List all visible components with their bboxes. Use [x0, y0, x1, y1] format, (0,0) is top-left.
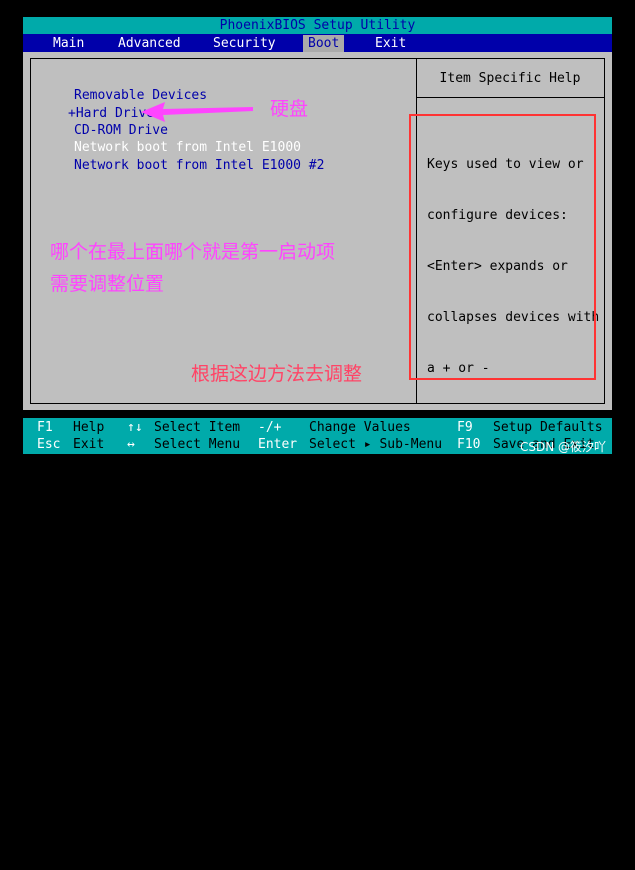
key-desc-help: Help: [73, 420, 105, 435]
boot-item-network-e1000-2[interactable]: Network boot from Intel E1000 #2: [74, 157, 324, 174]
key-desc-select-submenu: Select ▸ Sub-Menu: [309, 437, 443, 452]
key-desc-change-values: Change Values: [309, 420, 411, 435]
key-row-1: F1 Help ↑↓ Select Item -/+ Change Values…: [23, 419, 612, 437]
help-line: <d> Remove a device: [427, 769, 576, 784]
tab-advanced[interactable]: Advanced: [113, 35, 186, 52]
help-line: all: [427, 463, 451, 478]
boot-item-network-e1000[interactable]: Network boot from Intel E1000: [74, 139, 301, 156]
annotation-adjust-method: 根据这边方法去调整: [191, 363, 363, 385]
help-line: that is not installed.: [427, 820, 600, 835]
key-arrows-updown: ↑↓: [127, 420, 143, 435]
tab-boot[interactable]: Boot: [303, 35, 345, 52]
help-line: <+> and <-> moves the: [427, 514, 592, 529]
help-line: device between Hard: [427, 667, 576, 682]
tab-exit[interactable]: Exit: [370, 35, 411, 52]
annotation-hard-disk: 硬盘: [270, 98, 309, 120]
key-desc-setup-defaults: Setup Defaults: [493, 420, 603, 435]
key-enter: Enter: [258, 437, 298, 452]
help-title: Item Specific Help: [439, 71, 581, 86]
key-desc-select-item: Select Item: [154, 420, 241, 435]
key-esc: Esc: [37, 437, 61, 452]
title-bar: PhoenixBIOS Setup Utility: [23, 17, 612, 34]
arrow-icon: [141, 102, 253, 122]
help-separator: [417, 97, 605, 98]
annotation-first-boot-line2: 需要调整位置: [50, 273, 165, 295]
key-f1: F1: [37, 420, 53, 435]
help-line: device up or down.: [427, 565, 568, 580]
key-desc-select-menu: Select Menu: [154, 437, 241, 452]
annotation-first-boot-line1: 哪个在最上面哪个就是第一启动项: [50, 241, 336, 263]
help-line: Disk or Removable Disk: [427, 718, 600, 733]
watermark: CSDN @筱汐吖: [520, 440, 607, 454]
help-line: <n> May move removable: [427, 616, 600, 631]
help-highlight-box: [409, 114, 596, 380]
key-arrows-leftright: ↔: [127, 437, 135, 452]
key-desc-exit: Exit: [73, 437, 105, 452]
tab-security[interactable]: Security: [208, 35, 281, 52]
menu-bar: Main Advanced Security Boot Exit: [23, 34, 612, 52]
tab-main[interactable]: Main: [48, 35, 89, 52]
key-f10: F10: [457, 437, 481, 452]
key-f9: F9: [457, 420, 473, 435]
key-minus-plus: -/+: [258, 420, 282, 435]
window-title: PhoenixBIOS Setup Utility: [219, 18, 416, 33]
